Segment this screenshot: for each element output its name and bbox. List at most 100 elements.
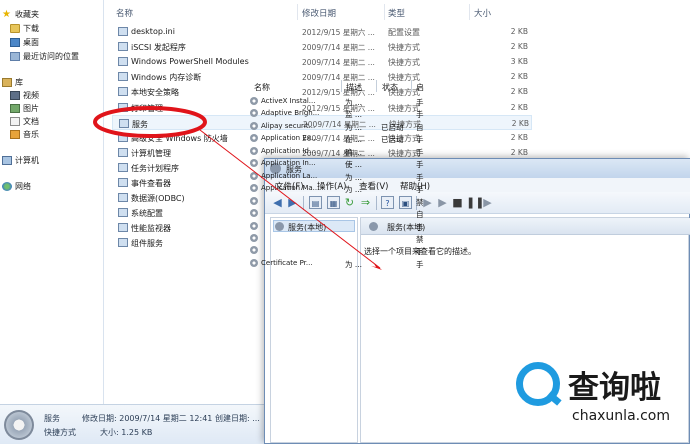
file-name: Windows 内存诊断 <box>131 73 202 83</box>
service-row[interactable]: Application La... 为 ... 手 <box>248 170 428 182</box>
nav-label: 音乐 <box>23 129 39 139</box>
column-header-type[interactable]: 类型 <box>388 7 405 19</box>
file-date: 2009/7/14 星期二 ... <box>302 58 375 68</box>
service-startup: 手 <box>416 247 424 257</box>
service-row[interactable]: Application In... 使 ... 手 <box>248 157 428 169</box>
service-row[interactable]: 禁 <box>248 232 428 244</box>
file-size: 2 KB <box>510 42 528 52</box>
column-header-status[interactable]: 状态 <box>382 79 398 93</box>
service-startup: 禁 <box>416 234 424 244</box>
star-icon: ★ <box>2 8 11 20</box>
file-name: iSCSI 发起程序 <box>131 43 186 53</box>
service-row[interactable]: Adaptive Brigh... 监 ... 手 <box>248 107 428 119</box>
column-header-modified[interactable]: 修改日期 <box>302 7 336 19</box>
service-startup: 手 <box>416 185 424 195</box>
document-icon <box>10 116 20 126</box>
nav-videos[interactable]: 视频 <box>10 89 39 101</box>
network-icon <box>2 181 12 191</box>
service-startup: 手 <box>416 172 424 182</box>
service-row[interactable]: Application Ma... 为 ... 手 <box>248 182 428 194</box>
service-status: 已启动 <box>381 135 404 145</box>
shortcut-icon <box>118 42 128 52</box>
nav-label: 计算机 <box>15 155 39 165</box>
service-row[interactable]: Application Ex... 在 ... 已启动 手 <box>248 132 428 144</box>
nav-favorites[interactable]: ★ 收藏夹 <box>2 8 39 20</box>
service-row[interactable]: Alipay securit... 为 ... 已启动 自 <box>248 120 428 132</box>
column-divider[interactable] <box>376 80 377 92</box>
column-header-size[interactable]: 大小 <box>474 7 491 19</box>
service-name: Application In... <box>261 159 316 168</box>
service-startup: 手 <box>416 222 424 232</box>
service-row[interactable]: 自 <box>248 207 428 219</box>
file-row[interactable]: iSCSI 发起程序 2009/7/14 星期二 ... 快捷方式 2 KB <box>112 39 532 54</box>
service-startup: 手 <box>416 147 424 157</box>
service-gear-icon <box>250 109 258 118</box>
service-row[interactable]: 手 <box>248 244 428 256</box>
column-header-name[interactable]: 名称 <box>116 7 133 19</box>
file-name: 数据源(ODBC) <box>131 194 185 204</box>
file-row[interactable]: desktop.ini 2012/9/15 星期六 ... 配置设置 2 KB <box>112 24 532 39</box>
nav-music[interactable]: 音乐 <box>10 128 39 140</box>
file-type: 配置设置 <box>388 28 420 37</box>
service-gear-icon <box>250 97 258 105</box>
folder-icon <box>10 23 20 33</box>
nav-desktop[interactable]: 桌面 <box>10 36 39 48</box>
file-name: 打印管理 <box>131 103 163 113</box>
service-row[interactable]: 手 <box>248 220 428 232</box>
shortcut-icon <box>118 57 128 67</box>
watermark-text: 查询啦 <box>568 370 661 406</box>
column-header-startup[interactable]: 启 <box>416 79 424 93</box>
service-gear-icon <box>250 134 258 143</box>
service-gear-icon <box>250 171 258 180</box>
file-name: 高级安全 Windows 防火墙 <box>131 133 228 143</box>
file-row[interactable]: Windows PowerShell Modules 2009/7/14 星期二 … <box>112 54 532 69</box>
service-status: 已启动 <box>381 122 404 132</box>
shortcut-icon <box>118 238 128 248</box>
nav-label: 最近访问的位置 <box>23 51 79 61</box>
nav-computer[interactable]: 计算机 <box>2 154 39 166</box>
shortcut-icon <box>118 223 128 233</box>
service-description: 监 ... <box>345 110 363 120</box>
service-name: ActiveX Instal... <box>261 97 316 105</box>
file-size: 2 KB <box>510 132 528 142</box>
service-name: Application Ma... <box>261 184 320 193</box>
nav-documents[interactable]: 文档 <box>10 115 39 127</box>
stop-service-icon[interactable]: ■ <box>451 196 464 209</box>
shortcut-icon <box>118 72 128 82</box>
nav-downloads[interactable]: 下载 <box>10 22 39 34</box>
desktop-icon <box>10 37 20 47</box>
nav-label: 图片 <box>23 103 39 113</box>
column-divider[interactable] <box>411 80 412 92</box>
nav-network[interactable]: 网络 <box>2 180 31 192</box>
file-name: 事件查看器 <box>131 179 171 188</box>
column-divider[interactable] <box>341 80 342 92</box>
service-row[interactable]: 禁 <box>248 195 428 207</box>
shortcut-icon <box>118 178 128 187</box>
column-divider[interactable] <box>384 4 385 20</box>
service-row[interactable]: Application Id... 确 ... 手 <box>248 145 428 157</box>
shortcut-icon <box>118 162 128 172</box>
file-name: desktop.ini <box>131 27 175 36</box>
nav-libraries[interactable]: 库 <box>2 76 23 88</box>
service-name: Certificate Pr... <box>261 258 313 267</box>
service-gear-icon <box>250 209 258 218</box>
column-divider[interactable] <box>469 4 470 20</box>
nav-pictures[interactable]: 图片 <box>10 102 39 114</box>
details-size: 大小: 1.25 KB <box>100 428 153 437</box>
column-header-name[interactable]: 名称 <box>254 79 270 93</box>
nav-recent[interactable]: 最近访问的位置 <box>10 50 79 62</box>
service-name: Application La... <box>261 171 318 180</box>
details-name: 服务 <box>44 414 60 423</box>
column-header-description[interactable]: 描述 <box>346 79 362 93</box>
service-row[interactable]: Certificate Pr... 为 ... 手 <box>248 257 428 269</box>
service-gear-icon <box>250 221 258 230</box>
start-service-alt-icon[interactable]: ▶ <box>436 196 449 209</box>
picture-icon <box>10 103 20 113</box>
column-divider[interactable] <box>297 4 298 20</box>
restart-service-icon[interactable]: ▶ <box>481 196 494 209</box>
nav-label: 网络 <box>15 181 31 191</box>
file-date: 2012/9/15 星期六 ... <box>302 28 375 37</box>
service-row[interactable]: ActiveX Instal... 为 ... 手 <box>248 95 428 107</box>
pause-service-icon[interactable]: ❚❚ <box>466 196 484 209</box>
file-size: 2 KB <box>510 87 528 97</box>
